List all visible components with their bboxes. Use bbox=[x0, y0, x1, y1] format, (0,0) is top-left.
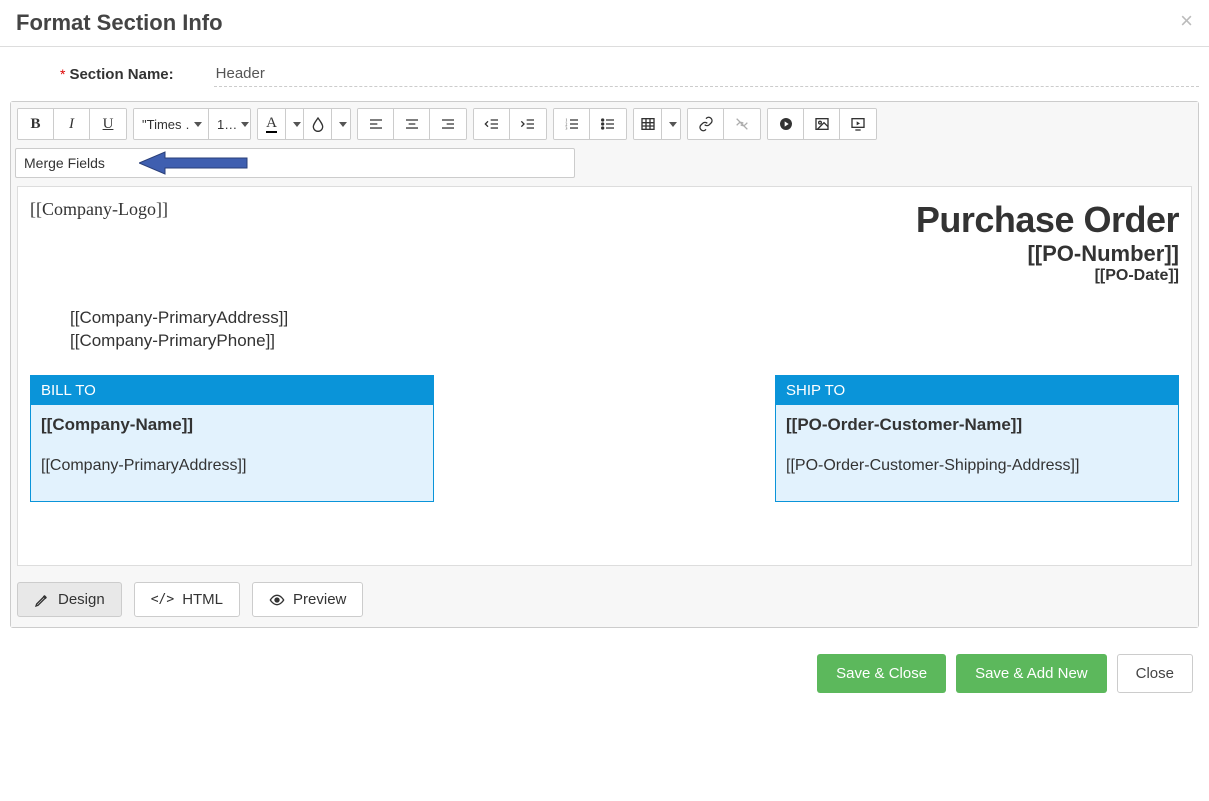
link-group bbox=[687, 108, 761, 140]
editor-view-tabs: Design </> HTML Preview bbox=[11, 572, 1198, 627]
editor-toolbar: B I U "Times … 1… A bbox=[11, 102, 1198, 146]
unordered-list-button[interactable] bbox=[590, 109, 626, 139]
close-button[interactable]: Close bbox=[1117, 654, 1193, 693]
color-group: A bbox=[257, 108, 351, 140]
unlink-icon bbox=[734, 116, 750, 132]
ship-to-body: [[PO-Order-Customer-Name]] [[PO-Order-Cu… bbox=[776, 405, 1178, 501]
tab-preview[interactable]: Preview bbox=[252, 582, 363, 617]
modal-header: Format Section Info × bbox=[0, 0, 1209, 47]
list-group: 123 bbox=[553, 108, 627, 140]
section-name-input[interactable] bbox=[214, 61, 1199, 87]
font-family-select[interactable]: "Times … bbox=[134, 109, 208, 139]
bill-to-panel: BILL TO [[Company-Name]] [[Company-Prima… bbox=[30, 375, 434, 502]
code-icon: </> bbox=[151, 592, 174, 607]
ship-to-header: SHIP TO bbox=[776, 376, 1178, 405]
ordered-list-button[interactable]: 123 bbox=[554, 109, 590, 139]
tab-html-label: HTML bbox=[182, 591, 223, 608]
company-address-block: [[Company-PrimaryAddress]] [[Company-Pri… bbox=[70, 307, 1179, 353]
unlink-button[interactable] bbox=[724, 109, 760, 139]
required-asterisk: * bbox=[60, 66, 65, 82]
media-group bbox=[767, 108, 877, 140]
font-color-button[interactable]: A bbox=[258, 109, 286, 139]
align-center-icon bbox=[404, 116, 420, 132]
save-close-button[interactable]: Save & Close bbox=[817, 654, 946, 693]
indent-icon bbox=[520, 116, 536, 132]
embed-button[interactable] bbox=[840, 109, 876, 139]
table-group bbox=[633, 108, 681, 140]
indent-group bbox=[473, 108, 547, 140]
image-button[interactable] bbox=[804, 109, 840, 139]
doc-header-row: [[Company-Logo]] Purchase Order [[PO-Num… bbox=[30, 199, 1179, 285]
po-number-token: [[PO-Number]] bbox=[916, 241, 1179, 267]
modal-footer: Save & Close Save & Add New Close bbox=[0, 638, 1209, 703]
close-icon[interactable]: × bbox=[1180, 10, 1193, 32]
align-center-button[interactable] bbox=[394, 109, 430, 139]
tab-html[interactable]: </> HTML bbox=[134, 582, 240, 617]
modal-title: Format Section Info bbox=[16, 10, 223, 36]
pencil-icon bbox=[34, 592, 50, 608]
ship-to-name-token: [[PO-Order-Customer-Name]] bbox=[786, 415, 1168, 435]
bill-to-name-token: [[Company-Name]] bbox=[41, 415, 423, 435]
outdent-icon bbox=[484, 116, 500, 132]
video-button[interactable] bbox=[768, 109, 804, 139]
align-right-button[interactable] bbox=[430, 109, 466, 139]
ship-to-address-token: [[PO-Order-Customer-Shipping-Address]] bbox=[786, 457, 1168, 475]
ship-to-panel: SHIP TO [[PO-Order-Customer-Name]] [[PO-… bbox=[775, 375, 1179, 502]
font-group: "Times … 1… bbox=[133, 108, 251, 140]
table-caret[interactable] bbox=[662, 109, 680, 139]
bill-to-body: [[Company-Name]] [[Company-PrimaryAddres… bbox=[31, 405, 433, 501]
play-circle-icon bbox=[778, 116, 794, 132]
merge-fields-select[interactable]: Merge Fields bbox=[15, 148, 575, 178]
underline-button[interactable]: U bbox=[90, 109, 126, 139]
table-button[interactable] bbox=[634, 109, 662, 139]
po-heading-block: Purchase Order [[PO-Number]] [[PO-Date]] bbox=[916, 199, 1179, 285]
highlight-button[interactable] bbox=[304, 109, 332, 139]
merge-fields-label: Merge Fields bbox=[24, 155, 105, 171]
format-section-modal: Format Section Info × * Section Name: B … bbox=[0, 0, 1209, 703]
section-name-label: Section Name: bbox=[69, 66, 173, 83]
outdent-button[interactable] bbox=[474, 109, 510, 139]
table-icon bbox=[640, 116, 656, 132]
address-panels: BILL TO [[Company-Name]] [[Company-Prima… bbox=[30, 375, 1179, 502]
ordered-list-icon: 123 bbox=[564, 116, 580, 132]
company-phone-token: [[Company-PrimaryPhone]] bbox=[70, 330, 1179, 353]
italic-button[interactable]: I bbox=[54, 109, 90, 139]
unordered-list-icon bbox=[600, 116, 616, 132]
po-title: Purchase Order bbox=[916, 199, 1179, 241]
format-group: B I U bbox=[17, 108, 127, 140]
indent-button[interactable] bbox=[510, 109, 546, 139]
align-right-icon bbox=[440, 116, 456, 132]
font-size-value: 1… bbox=[217, 117, 237, 132]
monitor-icon bbox=[850, 116, 866, 132]
editor-content[interactable]: [[Company-Logo]] Purchase Order [[PO-Num… bbox=[17, 186, 1192, 566]
font-size-select[interactable]: 1… bbox=[208, 109, 250, 139]
align-group bbox=[357, 108, 467, 140]
font-color-caret[interactable] bbox=[286, 109, 304, 139]
link-icon bbox=[698, 116, 714, 132]
po-date-token: [[PO-Date]] bbox=[916, 267, 1179, 285]
tab-preview-label: Preview bbox=[293, 591, 346, 608]
bill-to-address-token: [[Company-PrimaryAddress]] bbox=[41, 457, 423, 475]
align-left-button[interactable] bbox=[358, 109, 394, 139]
editor-toolbar-secondary: Merge Fields bbox=[11, 146, 1198, 184]
image-icon bbox=[814, 116, 830, 132]
save-add-new-button[interactable]: Save & Add New bbox=[956, 654, 1107, 693]
company-logo-token: [[Company-Logo]] bbox=[30, 199, 168, 220]
align-left-icon bbox=[368, 116, 384, 132]
link-button[interactable] bbox=[688, 109, 724, 139]
rich-editor: B I U "Times … 1… A bbox=[10, 101, 1199, 628]
bill-to-header: BILL TO bbox=[31, 376, 433, 405]
font-family-value: "Times … bbox=[142, 117, 190, 132]
highlight-caret[interactable] bbox=[332, 109, 350, 139]
eye-icon bbox=[269, 592, 285, 608]
bold-button[interactable]: B bbox=[18, 109, 54, 139]
section-name-row: * Section Name: bbox=[0, 47, 1209, 101]
droplet-icon bbox=[310, 116, 326, 132]
company-address-token: [[Company-PrimaryAddress]] bbox=[70, 307, 1179, 330]
svg-text:3: 3 bbox=[565, 125, 567, 130]
tab-design-label: Design bbox=[58, 591, 105, 608]
tab-design[interactable]: Design bbox=[17, 582, 122, 617]
